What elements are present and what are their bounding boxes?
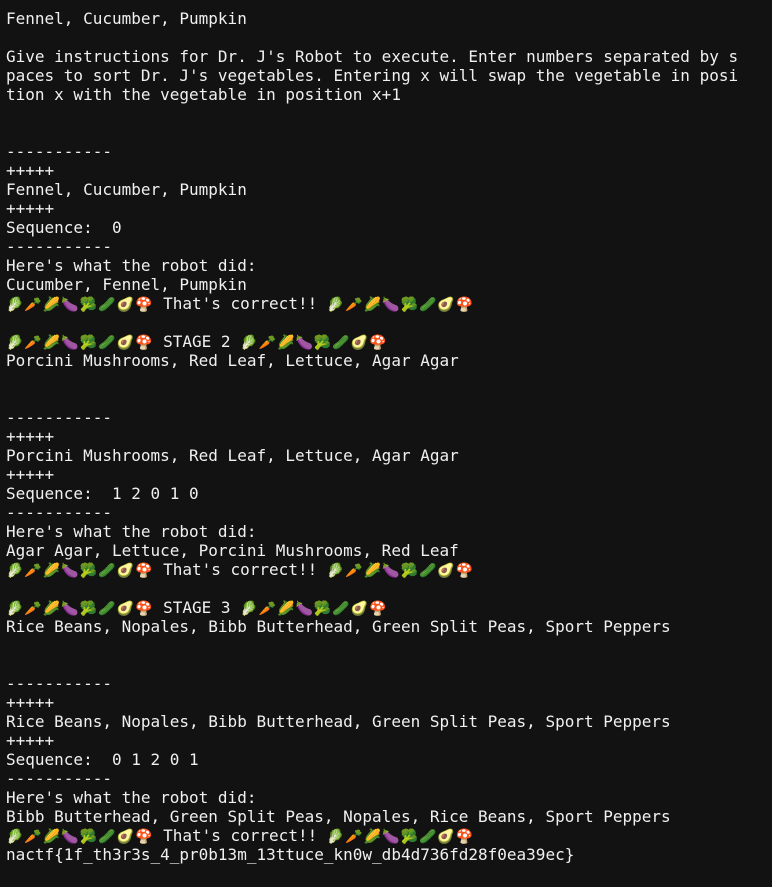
terminal-line: nactf{1f_th3r3s_4_pr0b13m_13ttuce_kn0w_d… bbox=[6, 845, 772, 864]
terminal-line-text: Cucumber, Fennel, Pumpkin bbox=[6, 275, 247, 294]
terminal-line-text: Sequence: 0 1 2 0 1 bbox=[6, 750, 199, 769]
vegetable-emoji-row: 🥬🥕🌽🍆🥦🥒🥑🍄 bbox=[6, 335, 154, 351]
terminal-line: Bibb Butterhead, Green Split Peas, Nopal… bbox=[6, 807, 772, 826]
terminal-line-text: +++++ bbox=[6, 427, 55, 446]
terminal-line: ----------- bbox=[6, 769, 772, 788]
terminal-line: ----------- bbox=[6, 503, 772, 522]
terminal-line: Here's what the robot did: bbox=[6, 256, 772, 275]
terminal-line: 🥬🥕🌽🍆🥦🥒🥑🍄 STAGE 2 🥬🥕🌽🍆🥦🥒🥑🍄 bbox=[6, 332, 772, 351]
terminal-line-text: STAGE 3 bbox=[153, 598, 241, 617]
terminal-line-text: ----------- bbox=[6, 142, 112, 161]
terminal-line-text: Here's what the robot did: bbox=[6, 256, 257, 275]
vegetable-emoji-row: 🥬🥕🌽🍆🥦🥒🥑🍄 bbox=[6, 601, 154, 617]
terminal-line-text: Here's what the robot did: bbox=[6, 788, 257, 807]
terminal-line-text: ----------- bbox=[6, 408, 112, 427]
terminal-line-text: That's correct!! bbox=[153, 560, 327, 579]
terminal-line-text: Fennel, Cucumber, Pumpkin bbox=[6, 9, 247, 28]
terminal-line-text: Sequence: 0 bbox=[6, 218, 122, 237]
terminal-line: Rice Beans, Nopales, Bibb Butterhead, Gr… bbox=[6, 617, 772, 636]
terminal-line: Sequence: 1 2 0 1 0 bbox=[6, 484, 772, 503]
terminal-line-text: tion x with the vegetable in position x+… bbox=[6, 85, 401, 104]
vegetable-emoji-row: 🥬🥕🌽🍆🥦🥒🥑🍄 bbox=[6, 297, 154, 313]
terminal-line-text: ----------- bbox=[6, 769, 112, 788]
terminal-line-text: Here's what the robot did: bbox=[6, 522, 257, 541]
terminal-line-text: +++++ bbox=[6, 693, 55, 712]
terminal-line: Here's what the robot did: bbox=[6, 788, 772, 807]
vegetable-emoji-row: 🥬🥕🌽🍆🥦🥒🥑🍄 bbox=[326, 563, 475, 579]
terminal-line-text: Rice Beans, Nopales, Bibb Butterhead, Gr… bbox=[6, 617, 671, 636]
terminal-line: ----------- bbox=[6, 142, 772, 161]
vegetable-emoji-row: 🥬🥕🌽🍆🥦🥒🥑🍄 bbox=[6, 563, 154, 579]
terminal-line: Porcini Mushrooms, Red Leaf, Lettuce, Ag… bbox=[6, 446, 772, 465]
terminal-line: +++++ bbox=[6, 199, 772, 218]
terminal-line-text: +++++ bbox=[6, 199, 55, 218]
terminal-line-text: ----------- bbox=[6, 237, 112, 256]
terminal-line-text: Porcini Mushrooms, Red Leaf, Lettuce, Ag… bbox=[6, 351, 459, 370]
terminal-line: 🥬🥕🌽🍆🥦🥒🥑🍄 That's correct!! 🥬🥕🌽🍆🥦🥒🥑🍄 bbox=[6, 826, 772, 845]
terminal-line-text: Give instructions for Dr. J's Robot to e… bbox=[6, 47, 739, 66]
vegetable-emoji-row: 🥬🥕🌽🍆🥦🥒🥑🍄 bbox=[326, 829, 475, 845]
terminal-line: 🥬🥕🌽🍆🥦🥒🥑🍄 That's correct!! 🥬🥕🌽🍆🥦🥒🥑🍄 bbox=[6, 560, 772, 579]
terminal-line-text: STAGE 2 bbox=[153, 332, 241, 351]
terminal-line-text: That's correct!! bbox=[153, 294, 327, 313]
terminal-line-text: +++++ bbox=[6, 465, 55, 484]
terminal-line-text: Porcini Mushrooms, Red Leaf, Lettuce, Ag… bbox=[6, 446, 459, 465]
terminal-line-text: nactf{1f_th3r3s_4_pr0b13m_13ttuce_kn0w_d… bbox=[6, 845, 575, 864]
terminal-line-text: Agar Agar, Lettuce, Porcini Mushrooms, R… bbox=[6, 541, 459, 560]
terminal-line-text: ----------- bbox=[6, 503, 112, 522]
vegetable-emoji-row: 🥬🥕🌽🍆🥦🥒🥑🍄 bbox=[6, 829, 154, 845]
terminal-line: Porcini Mushrooms, Red Leaf, Lettuce, Ag… bbox=[6, 351, 772, 370]
terminal-line: 🥬🥕🌽🍆🥦🥒🥑🍄 STAGE 3 🥬🥕🌽🍆🥦🥒🥑🍄 bbox=[6, 598, 772, 617]
terminal-line: Rice Beans, Nopales, Bibb Butterhead, Gr… bbox=[6, 712, 772, 731]
terminal-line-text: Rice Beans, Nopales, Bibb Butterhead, Gr… bbox=[6, 712, 671, 731]
terminal-line: Here's what the robot did: bbox=[6, 522, 772, 541]
terminal-line-text: ----------- bbox=[6, 674, 112, 693]
terminal-line-text: +++++ bbox=[6, 731, 55, 750]
terminal-line: 🥬🥕🌽🍆🥦🥒🥑🍄 That's correct!! 🥬🥕🌽🍆🥦🥒🥑🍄 bbox=[6, 294, 772, 313]
terminal-line-text: Bibb Butterhead, Green Split Peas, Nopal… bbox=[6, 807, 671, 826]
vegetable-emoji-row: 🥬🥕🌽🍆🥦🥒🥑🍄 bbox=[326, 297, 475, 313]
terminal-line: ----------- bbox=[6, 237, 772, 256]
terminal-line: +++++ bbox=[6, 427, 772, 446]
terminal-line-text: That's correct!! bbox=[153, 826, 327, 845]
terminal-line: +++++ bbox=[6, 465, 772, 484]
terminal-line: Sequence: 0 bbox=[6, 218, 772, 237]
terminal-line: +++++ bbox=[6, 161, 772, 180]
terminal-line: Cucumber, Fennel, Pumpkin bbox=[6, 275, 772, 294]
vegetable-emoji-row: 🥬🥕🌽🍆🥦🥒🥑🍄 bbox=[240, 335, 388, 351]
terminal-line: tion x with the vegetable in position x+… bbox=[6, 85, 772, 104]
vegetable-emoji-row: 🥬🥕🌽🍆🥦🥒🥑🍄 bbox=[240, 601, 388, 617]
terminal-line: Give instructions for Dr. J's Robot to e… bbox=[6, 47, 772, 66]
terminal-line-text: Sequence: 1 2 0 1 0 bbox=[6, 484, 199, 503]
terminal-line: ----------- bbox=[6, 674, 772, 693]
terminal-line: +++++ bbox=[6, 731, 772, 750]
terminal-output: Fennel, Cucumber, Pumpkin Give instructio… bbox=[6, 9, 772, 864]
terminal-line-text: paces to sort Dr. J's vegetables. Enteri… bbox=[6, 66, 739, 85]
terminal-line: +++++ bbox=[6, 693, 772, 712]
terminal-line: Fennel, Cucumber, Pumpkin bbox=[6, 180, 772, 199]
terminal-line-text: Fennel, Cucumber, Pumpkin bbox=[6, 180, 247, 199]
terminal-line: Agar Agar, Lettuce, Porcini Mushrooms, R… bbox=[6, 541, 772, 560]
terminal-line-text: +++++ bbox=[6, 161, 55, 180]
terminal-line: ----------- bbox=[6, 408, 772, 427]
terminal-line: Sequence: 0 1 2 0 1 bbox=[6, 750, 772, 769]
terminal-line: Fennel, Cucumber, Pumpkin bbox=[6, 9, 772, 28]
terminal-line: paces to sort Dr. J's vegetables. Enteri… bbox=[6, 66, 772, 85]
